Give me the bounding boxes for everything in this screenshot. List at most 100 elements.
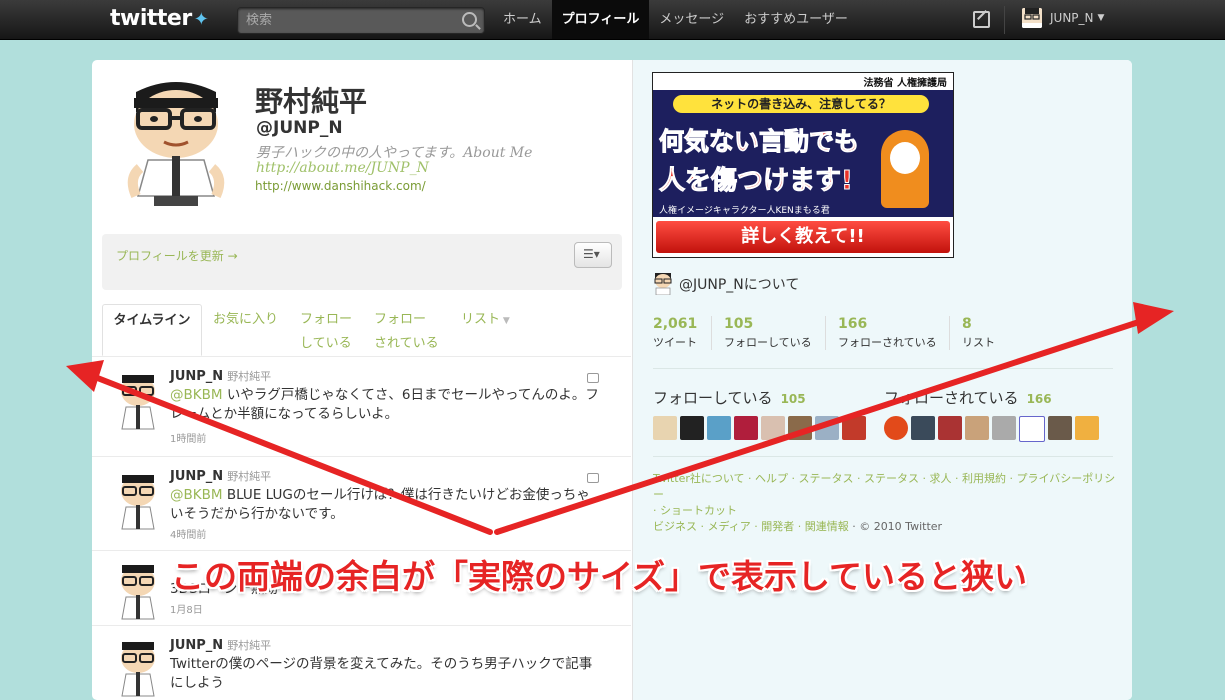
tweet-text: @BKBM いやラグ戸橋じゃなくてさ、6日までセールやってんのよ。フレームとか半… (170, 386, 600, 424)
tweet-avatar[interactable] (116, 373, 160, 433)
profile-avatar[interactable] (118, 78, 234, 206)
avatar[interactable] (938, 416, 962, 440)
profile-bio: 男子ハックの中の人やってます。About Me (256, 145, 533, 161)
avatar[interactable] (653, 416, 677, 440)
avatar[interactable] (761, 416, 785, 440)
nav-profile[interactable]: プロフィール (551, 0, 650, 39)
ad-banner[interactable]: 法務省 人権擁護局 ネットの書き込み、注意してる？ 何気ない言動でも 人を傷つけ… (652, 72, 954, 258)
tweet-body: いやラグ戸橋じゃなくてさ、6日までセールやってんのよ。フレームとか半額になってる… (170, 387, 599, 422)
footer-link-row[interactable]: Twitter社について · ヘルプ · ステータス · ステータス · 求人 … (653, 471, 1123, 503)
tweet-body: BLUE LUGのセール行けば？僕は行きたいけどお金使っちゃいそうだから行かない… (170, 487, 590, 522)
dashboard-sidebar: 法務省 人権擁護局 ネットの書き込み、注意してる？ 何気ない言動でも 人を傷つけ… (632, 60, 1132, 700)
tweet-text: Twitterの僕のページの背景を変えてみた。そのうち男子ハックで記事にしよう (170, 656, 593, 691)
user-menu[interactable]: JUNP_N ▼ (1022, 8, 1104, 28)
avatar (1022, 8, 1042, 28)
stat-tweets[interactable]: 2,061 ツイート (653, 316, 697, 350)
actions-dropdown-button[interactable]: ☰▾ (574, 242, 612, 268)
stat-value: 105 (724, 316, 754, 332)
tab-followers[interactable]: フォロー されている (374, 308, 439, 356)
update-profile-link[interactable]: プロフィールを更新 → (116, 247, 238, 264)
search-icon[interactable] (462, 12, 477, 27)
avatar[interactable] (1048, 416, 1072, 440)
following-count: 105 (780, 392, 806, 406)
top-navigation-bar: twitter✦ ホーム プロフィール メッセージ おすすめユーザー JUNP_… (0, 0, 1225, 40)
compose-tweet-icon[interactable] (973, 11, 990, 28)
following-heading[interactable]: フォローしている 105 (653, 387, 806, 408)
username-label: JUNP_N (1050, 11, 1094, 25)
search-box[interactable] (237, 7, 485, 34)
search-input[interactable] (238, 8, 454, 33)
tweet-timestamp[interactable]: 1時間前 (170, 430, 206, 445)
tweet-item[interactable]: JUNP_N 野村純平 Twitterの僕のページの背景を変えてみた。そのうち男子… (92, 625, 631, 700)
stat-label: リスト (962, 336, 995, 349)
reply-icon[interactable] (587, 473, 599, 483)
stat-followers[interactable]: 166 フォローされている (825, 316, 937, 350)
footer-links: Twitter社について · ヘルプ · ステータス · ステータス · 求人 … (653, 471, 1123, 535)
mention-link[interactable]: @BKBM (170, 387, 223, 403)
avatar[interactable] (965, 416, 989, 440)
nav-messages[interactable]: メッセージ (649, 0, 734, 39)
mention-link[interactable]: @BKBM (170, 487, 223, 503)
nav-who-to-follow[interactable]: おすすめユーザー (734, 0, 858, 39)
avatar[interactable] (992, 416, 1016, 440)
avatar[interactable] (842, 416, 866, 440)
followers-count: 166 (1026, 392, 1052, 406)
chevron-down-icon: ▼ (500, 316, 510, 326)
avatar[interactable] (1019, 416, 1045, 442)
avatar[interactable] (1075, 416, 1099, 440)
footer-link-row[interactable]: ビジネス · メディア · 開発者 · 関連情報 (653, 520, 849, 533)
avatar[interactable] (815, 416, 839, 440)
footer-link-row[interactable]: · ショートカット (653, 503, 1123, 519)
list-icon: ☰▾ (583, 247, 600, 261)
tweet-item[interactable]: JUNP_N 野村純平 @BKBM BLUE LUGのセール行けば？僕は行きたいけ… (92, 456, 631, 551)
avatar[interactable] (707, 416, 731, 440)
profile-url[interactable]: http://www.danshihack.com/ (255, 179, 426, 193)
tweet-timestamp[interactable]: 1月8日 (170, 601, 203, 616)
tweet-item[interactable]: JUNP_N 野村純平 @BKBM いやラグ戸橋じゃなくてさ、6日までセールやって… (92, 356, 631, 457)
divider (1004, 6, 1005, 34)
tab-favorites[interactable]: お気に入り (213, 308, 278, 332)
about-user[interactable]: @JUNP_Nについて (653, 273, 799, 295)
twitter-logo[interactable]: twitter ✦ (110, 6, 209, 31)
mascot-image (881, 130, 929, 208)
main-column: 野村純平 @JUNP_N 男子ハックの中の人やってます。About Me htt… (92, 60, 631, 700)
tweet-author[interactable]: JUNP_N 野村純平 (170, 368, 271, 384)
avatar[interactable] (734, 416, 758, 440)
ad-headline-2: 人を傷つけます! (659, 166, 854, 197)
nav-home[interactable]: ホーム (493, 0, 552, 39)
avatar[interactable] (680, 416, 704, 440)
profile-bio-link[interactable]: http://about.me/JUNP_N (256, 160, 429, 176)
followers-heading[interactable]: フォローされている 166 (884, 387, 1052, 408)
following-avatars (653, 416, 866, 440)
profile-tabs: タイムライン お気に入り フォロー している フォロー されている リスト ▼ (102, 304, 622, 357)
tweet-realname: 野村純平 (227, 470, 272, 483)
tweet-avatar[interactable] (116, 473, 160, 533)
profile-action-bar: プロフィールを更新 → ☰▾ (102, 234, 622, 290)
tab-timeline[interactable]: タイムライン (102, 304, 202, 356)
tweet-author[interactable]: JUNP_N 野村純平 (170, 468, 271, 484)
tweet-author[interactable]: JUNP_N 野村純平 (170, 637, 271, 653)
stat-following[interactable]: 105 フォローしている (711, 316, 812, 350)
avatar[interactable] (911, 416, 935, 440)
ad-headline-1: 何気ない言動でも (658, 127, 860, 157)
stat-label: フォローしている (724, 336, 812, 349)
tab-label: リスト (461, 312, 501, 327)
tweet-avatar[interactable] (116, 640, 160, 700)
chevron-down-icon: ▼ (1097, 13, 1105, 23)
bird-icon: ✦ (193, 9, 209, 30)
tweet-avatar[interactable] (116, 563, 160, 623)
tab-following[interactable]: フォロー している (300, 308, 352, 356)
mini-avatar (654, 273, 672, 295)
tweet-timestamp[interactable]: 4時間前 (170, 526, 206, 541)
avatar[interactable] (788, 416, 812, 440)
tweet-text: @BKBM BLUE LUGのセール行けば？僕は行きたいけどお金使っちゃいそうだ… (170, 486, 600, 524)
ad-learn-more-button[interactable]: 詳しく教えて!! (656, 221, 950, 253)
profile-stats: 2,061 ツイート 105 フォローしている 166 フォローされている 8 リスト (633, 316, 1132, 350)
stat-lists[interactable]: 8 リスト (949, 316, 995, 350)
avatar[interactable] (884, 416, 908, 440)
reply-icon[interactable] (587, 373, 599, 383)
tab-label: している (300, 336, 352, 351)
tab-label: されている (374, 336, 439, 351)
tab-lists[interactable]: リスト ▼ (461, 308, 510, 333)
tweet-username: JUNP_N (170, 369, 224, 384)
